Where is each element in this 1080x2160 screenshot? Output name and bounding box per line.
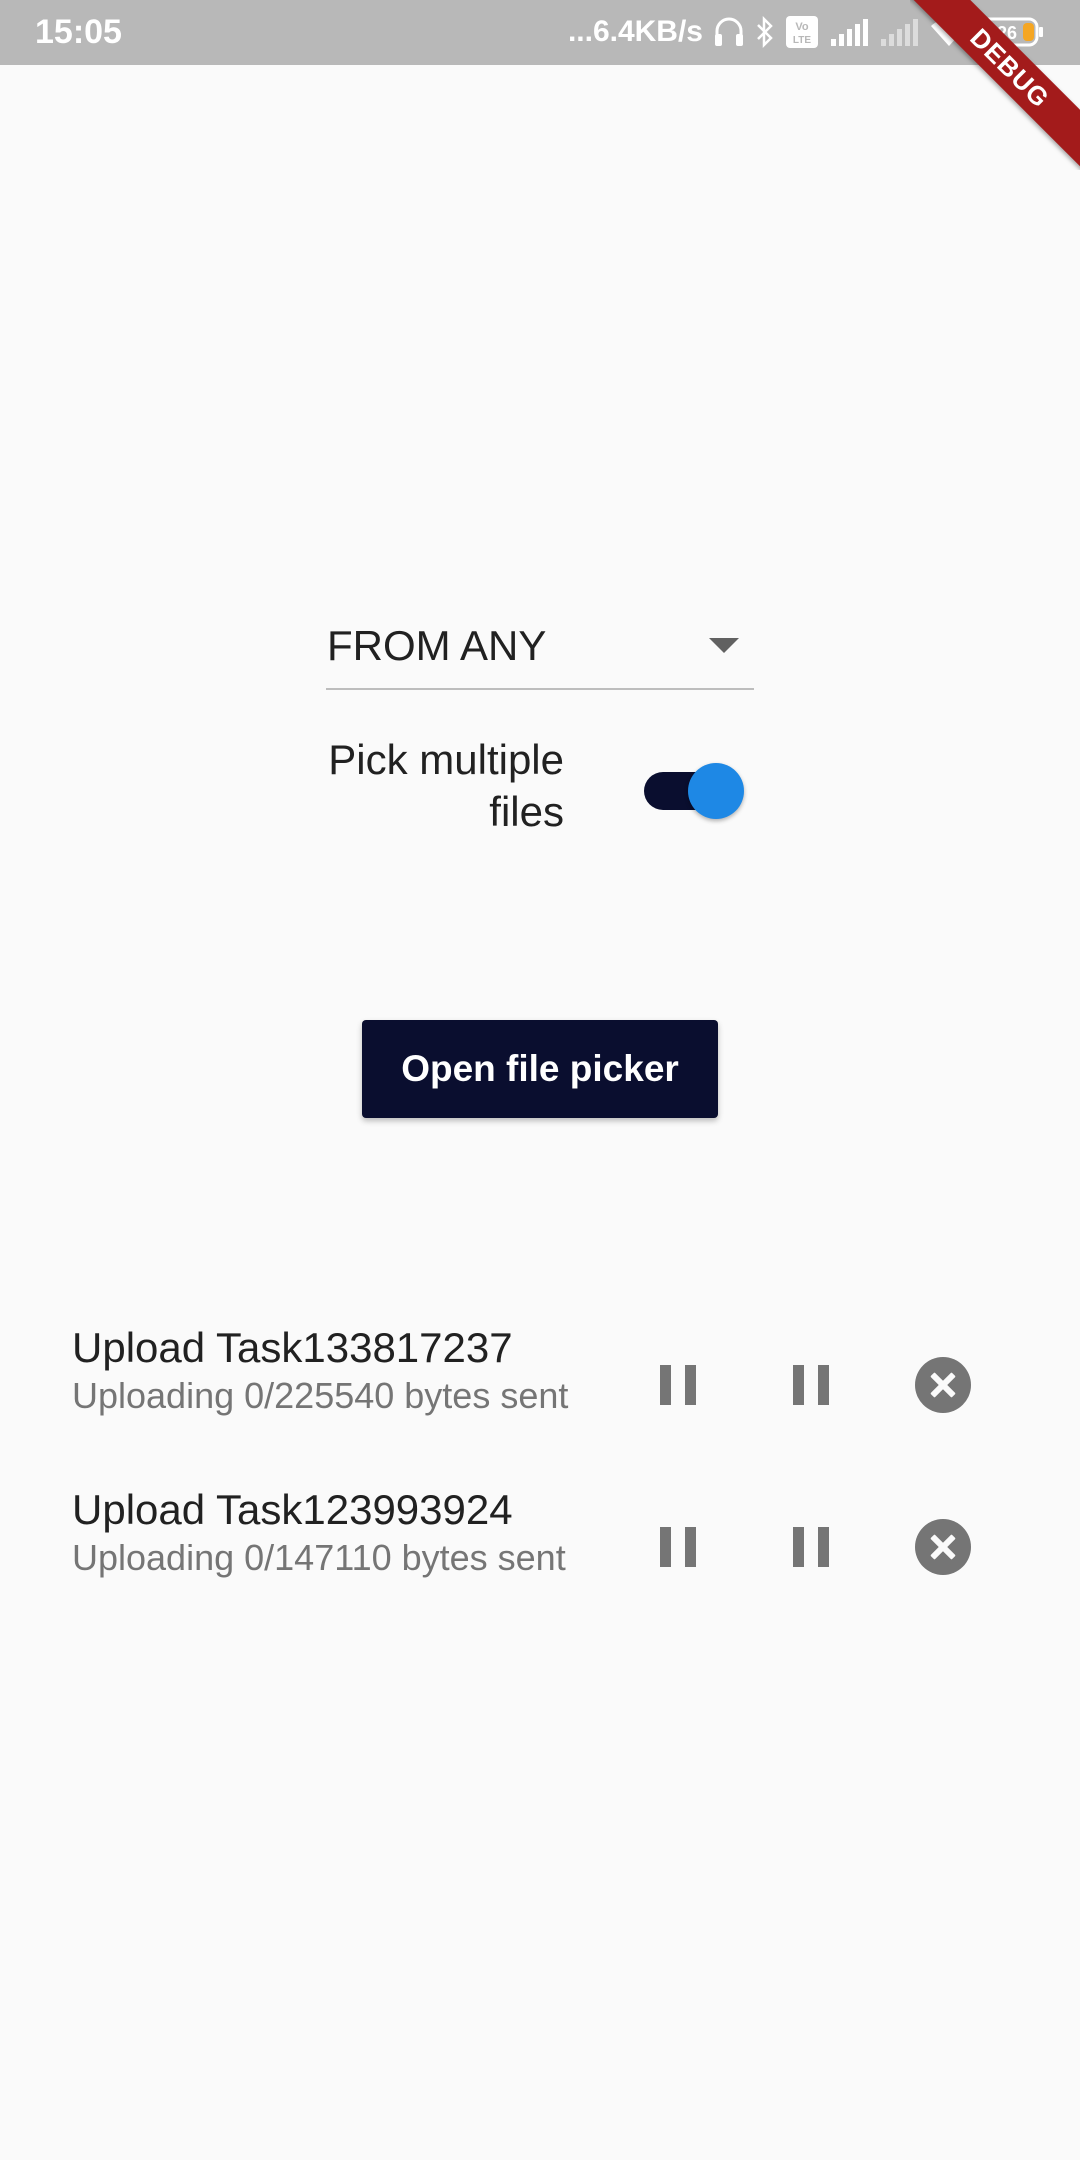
pause-button[interactable] <box>771 1345 851 1425</box>
battery-level: 26 <box>997 23 1017 43</box>
task-title: Upload Task133817237 <box>72 1324 513 1371</box>
dropdown-selected-value: FROM ANY <box>327 622 547 669</box>
upload-task-row: Upload Task123993924 Uploading 0/147110 … <box>0 1478 1080 1640</box>
task-title: Upload Task123993924 <box>72 1486 513 1533</box>
cancel-button[interactable] <box>903 1507 983 1587</box>
headset-icon <box>715 17 743 46</box>
signal-icon <box>831 19 868 46</box>
bluetooth-icon <box>757 15 773 49</box>
task-status: Uploading 0/147110 bytes sent <box>72 1537 566 1578</box>
battery-icon: 26 <box>979 17 1043 47</box>
svg-text:LTE: LTE <box>793 35 811 46</box>
switch-thumb <box>688 763 744 819</box>
status-icons: ...6.4KB/s Vo LTE 26 <box>568 10 1045 54</box>
pause-icon <box>793 1365 829 1405</box>
wifi-icon <box>931 18 967 46</box>
pick-multiple-label: Pick multiple files <box>328 736 564 835</box>
dropdown-arrow-icon <box>709 638 739 653</box>
upload-task-row: Upload Task133817237 Uploading 0/225540 … <box>0 1316 1080 1478</box>
task-status: Uploading 0/225540 bytes sent <box>72 1375 569 1416</box>
svg-text:Vo: Vo <box>795 21 809 33</box>
volte-icon: Vo LTE <box>786 16 818 48</box>
status-bar: 15:05 ...6.4KB/s Vo LTE 26 <box>0 0 1080 65</box>
cancel-icon <box>915 1519 971 1575</box>
cancel-button[interactable] <box>903 1345 983 1425</box>
pause-icon <box>793 1527 829 1567</box>
upload-task-list: Upload Task133817237 Uploading 0/225540 … <box>0 1316 1080 1640</box>
network-speed: ...6.4KB/s <box>567 15 703 48</box>
pause-icon <box>660 1527 696 1567</box>
open-file-picker-button[interactable]: Open file picker <box>362 1020 718 1118</box>
pause-button[interactable] <box>771 1507 851 1587</box>
pause-button[interactable] <box>638 1507 718 1587</box>
cancel-icon <box>915 1357 971 1413</box>
pause-icon <box>660 1365 696 1405</box>
source-dropdown[interactable]: FROM ANY <box>326 612 754 690</box>
pause-button[interactable] <box>638 1345 718 1425</box>
status-time: 15:05 <box>35 13 122 51</box>
pick-multiple-switch[interactable] <box>644 762 744 819</box>
signal-weak-icon <box>881 19 918 46</box>
